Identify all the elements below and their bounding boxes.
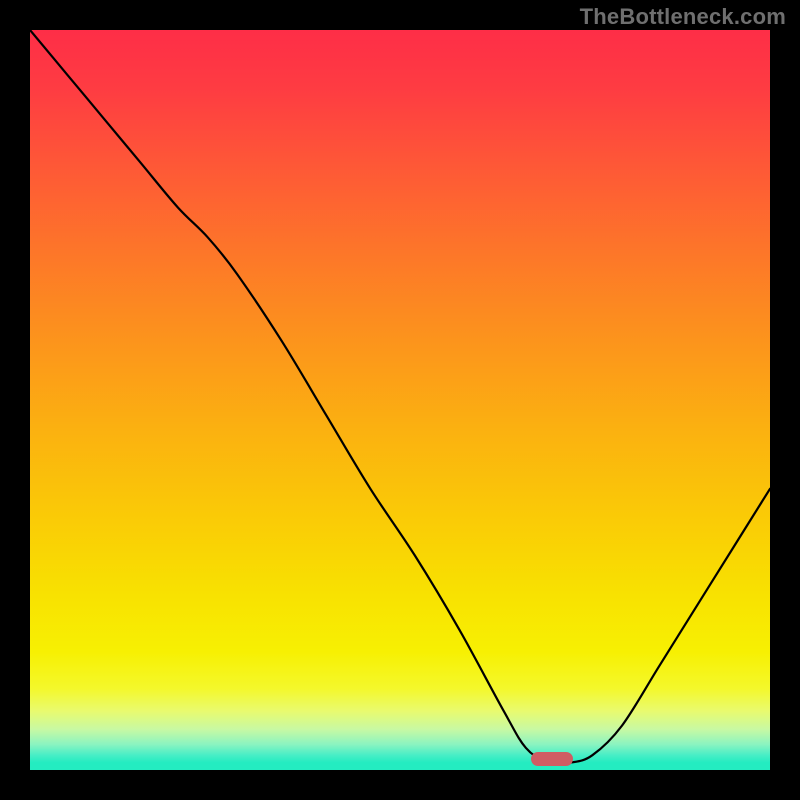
- watermark-text: TheBottleneck.com: [580, 4, 786, 30]
- optimum-marker: [531, 752, 573, 766]
- plot-area: [30, 30, 770, 770]
- bottleneck-curve: [30, 30, 770, 770]
- chart-frame: TheBottleneck.com: [0, 0, 800, 800]
